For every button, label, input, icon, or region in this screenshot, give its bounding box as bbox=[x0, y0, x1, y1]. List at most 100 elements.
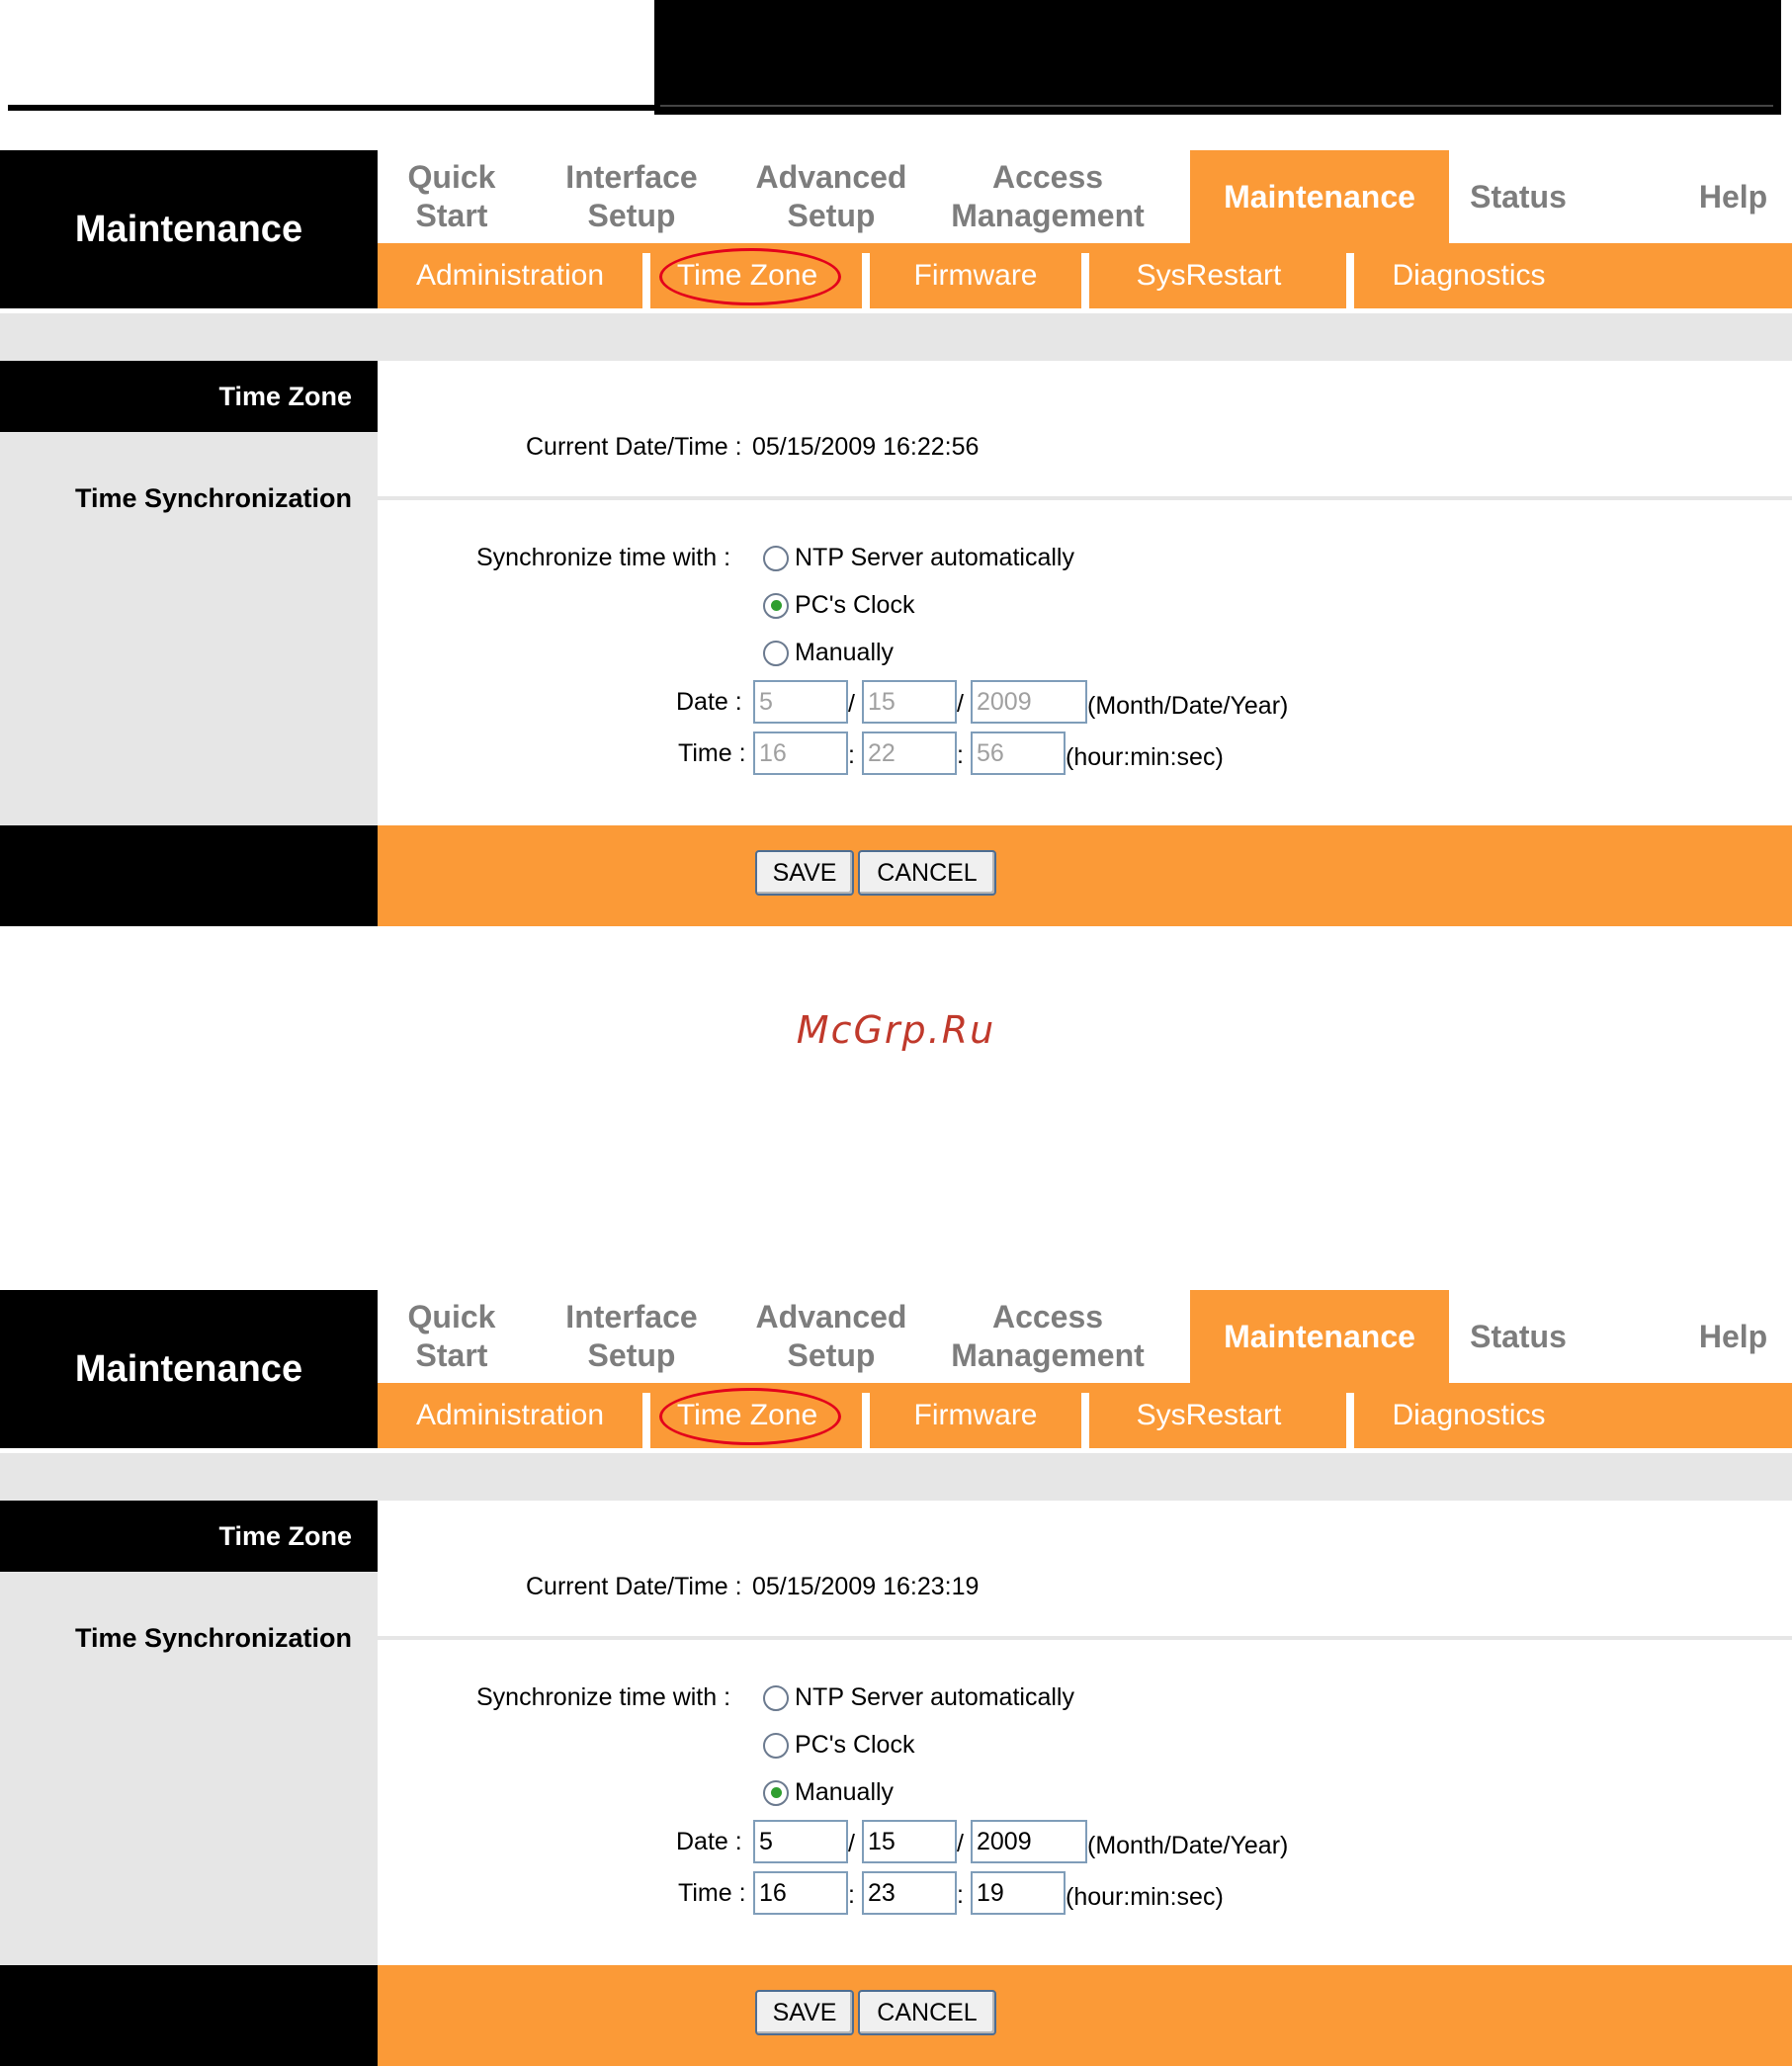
subnav-separator bbox=[862, 1393, 870, 1448]
radio-selected-dot bbox=[770, 1787, 782, 1798]
footer-bar bbox=[378, 825, 1792, 926]
radio-button[interactable] bbox=[763, 640, 789, 666]
subnav-separator bbox=[642, 1393, 650, 1448]
nav-interface-setup[interactable]: Interface Setup bbox=[526, 150, 737, 243]
footer-dark bbox=[0, 1965, 378, 2066]
form-divider bbox=[378, 496, 1792, 500]
nav-access-management[interactable]: Access Management bbox=[925, 1290, 1170, 1383]
nav-access-management[interactable]: Access Management bbox=[925, 150, 1170, 243]
sync-label: Synchronize time with : bbox=[476, 1683, 731, 1711]
date-separator: / bbox=[957, 1830, 964, 1857]
time-separator: : bbox=[957, 1881, 964, 1909]
highlight-circle bbox=[659, 248, 841, 305]
radio-pc-clock[interactable]: PC's Clock bbox=[763, 591, 914, 620]
subnav-administration[interactable]: Administration bbox=[378, 243, 642, 308]
date-month-input[interactable] bbox=[753, 680, 848, 724]
cancel-button[interactable]: CANCEL bbox=[858, 850, 996, 896]
header-rule bbox=[8, 105, 660, 111]
section-title: Time Zone bbox=[0, 361, 378, 432]
nav-status[interactable]: Status bbox=[1449, 150, 1587, 243]
form-divider bbox=[378, 1636, 1792, 1640]
time-min-input[interactable] bbox=[862, 732, 957, 775]
radio-button[interactable] bbox=[763, 545, 789, 571]
main-nav: Quick Start Interface Setup Advanced Set… bbox=[378, 150, 1792, 243]
date-label: Date : bbox=[676, 688, 742, 716]
time-sec-input[interactable] bbox=[971, 1871, 1066, 1915]
date-separator: / bbox=[848, 690, 855, 718]
save-button[interactable]: SAVE bbox=[755, 850, 854, 896]
radio-manually-label: Manually bbox=[795, 639, 895, 666]
radio-ntp-label: NTP Server automatically bbox=[795, 544, 1074, 571]
highlight-circle bbox=[659, 1388, 841, 1445]
time-hour-input[interactable] bbox=[753, 732, 848, 775]
nav-advanced-setup[interactable]: Advanced Setup bbox=[737, 150, 925, 243]
radio-pc-clock[interactable]: PC's Clock bbox=[763, 1731, 914, 1760]
time-label: Time : bbox=[678, 739, 746, 767]
router-panel: Maintenance Quick Start Interface Setup … bbox=[0, 1290, 1792, 2066]
subnav-diagnostics[interactable]: Diagnostics bbox=[1354, 243, 1583, 308]
time-sec-input[interactable] bbox=[971, 732, 1066, 775]
subnav-firmware[interactable]: Firmware bbox=[870, 243, 1081, 308]
subnav-separator bbox=[862, 253, 870, 308]
section-label: Time Synchronization bbox=[74, 1623, 352, 1653]
subnav-separator bbox=[1081, 1393, 1089, 1448]
time-min-input[interactable] bbox=[862, 1871, 957, 1915]
date-day-input[interactable] bbox=[862, 680, 957, 724]
cancel-button[interactable]: CANCEL bbox=[858, 1990, 996, 2035]
radio-button[interactable] bbox=[763, 1732, 789, 1759]
footer-bar bbox=[378, 1965, 1792, 2066]
brand-title: Maintenance bbox=[0, 150, 378, 308]
current-datetime-value: 05/15/2009 16:22:56 bbox=[752, 433, 980, 461]
nav-status[interactable]: Status bbox=[1449, 1290, 1587, 1383]
radio-ntp[interactable]: NTP Server automatically bbox=[763, 1683, 1074, 1712]
current-datetime-value: 05/15/2009 16:23:19 bbox=[752, 1573, 980, 1600]
nav-maintenance[interactable]: Maintenance bbox=[1190, 150, 1449, 243]
sub-nav: Administration Time Zone Firmware SysRes… bbox=[378, 243, 1792, 308]
footer-dark bbox=[0, 825, 378, 926]
subnav-separator bbox=[642, 253, 650, 308]
watermark: McGrp.Ru bbox=[796, 1008, 996, 1052]
sync-label: Synchronize time with : bbox=[476, 544, 731, 571]
nav-quick-start[interactable]: Quick Start bbox=[378, 150, 526, 243]
time-separator: : bbox=[957, 741, 964, 769]
main-nav: Quick Start Interface Setup Advanced Set… bbox=[378, 1290, 1792, 1383]
nav-maintenance[interactable]: Maintenance bbox=[1190, 1290, 1449, 1383]
subnav-sysrestart[interactable]: SysRestart bbox=[1089, 1383, 1328, 1448]
nav-help[interactable]: Help bbox=[1674, 1290, 1792, 1383]
subnav-separator bbox=[1346, 253, 1354, 308]
radio-button[interactable] bbox=[763, 592, 789, 619]
radio-pc-clock-label: PC's Clock bbox=[795, 1731, 915, 1759]
subnav-sysrestart[interactable]: SysRestart bbox=[1089, 243, 1328, 308]
nav-quick-start[interactable]: Quick Start bbox=[378, 1290, 526, 1383]
radio-button[interactable] bbox=[763, 1684, 789, 1711]
save-button[interactable]: SAVE bbox=[755, 1990, 854, 2035]
subnav-administration[interactable]: Administration bbox=[378, 1383, 642, 1448]
subnav-separator bbox=[1081, 253, 1089, 308]
radio-manually[interactable]: Manually bbox=[763, 1778, 894, 1807]
subnav-separator bbox=[1346, 1393, 1354, 1448]
date-separator: / bbox=[848, 1830, 855, 1857]
date-label: Date : bbox=[676, 1828, 742, 1855]
spacer-band bbox=[0, 1453, 1792, 1501]
radio-pc-clock-label: PC's Clock bbox=[795, 591, 915, 619]
nav-help[interactable]: Help bbox=[1674, 150, 1792, 243]
nav-advanced-setup[interactable]: Advanced Setup bbox=[737, 1290, 925, 1383]
radio-manually[interactable]: Manually bbox=[763, 639, 894, 667]
current-datetime-label: Current Date/Time : bbox=[526, 433, 742, 461]
radio-button[interactable] bbox=[763, 1779, 789, 1806]
time-hour-input[interactable] bbox=[753, 1871, 848, 1915]
section-label: Time Synchronization bbox=[74, 483, 352, 513]
section-sidebar: Time Synchronization bbox=[0, 432, 378, 825]
date-month-input[interactable] bbox=[753, 1820, 848, 1863]
radio-ntp[interactable]: NTP Server automatically bbox=[763, 544, 1074, 572]
nav-interface-setup[interactable]: Interface Setup bbox=[526, 1290, 737, 1383]
date-day-input[interactable] bbox=[862, 1820, 957, 1863]
section-sidebar: Time Synchronization bbox=[0, 1572, 378, 1965]
radio-ntp-label: NTP Server automatically bbox=[795, 1683, 1074, 1711]
subnav-diagnostics[interactable]: Diagnostics bbox=[1354, 1383, 1583, 1448]
time-format-hint: (hour:min:sec) bbox=[1066, 743, 1224, 771]
current-datetime-label: Current Date/Time : bbox=[526, 1573, 742, 1600]
date-year-input[interactable] bbox=[971, 1820, 1087, 1863]
date-year-input[interactable] bbox=[971, 680, 1087, 724]
subnav-firmware[interactable]: Firmware bbox=[870, 1383, 1081, 1448]
